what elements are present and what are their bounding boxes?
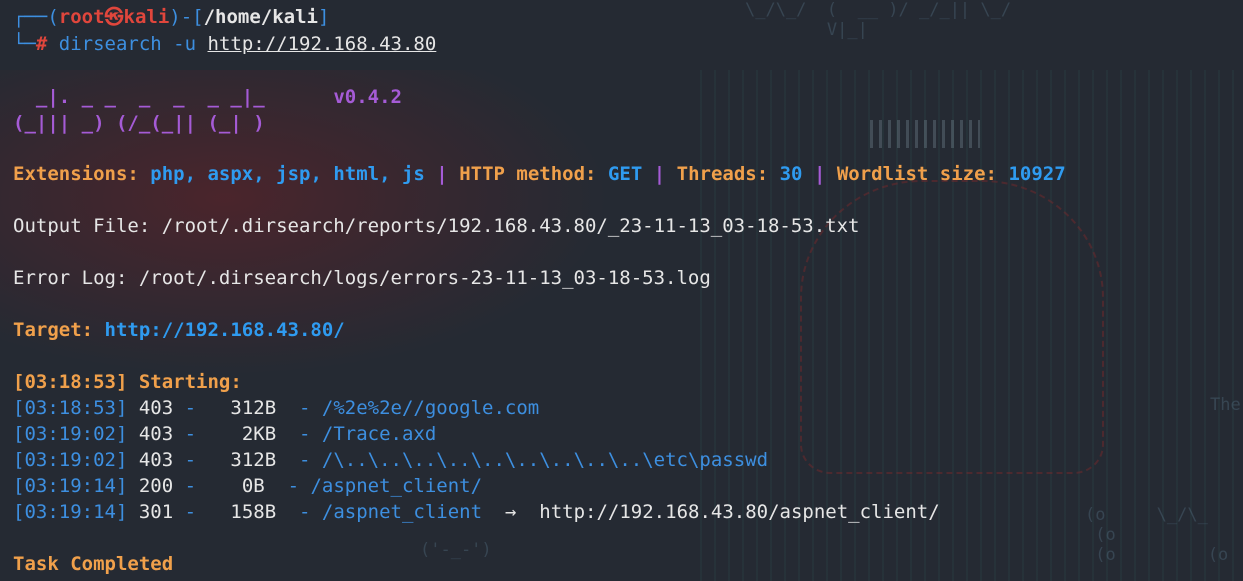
threads-label: Threads:	[676, 163, 769, 185]
config-line: Extensions: php, aspx, jsp, html, js | H…	[13, 161, 1066, 187]
result-path: /%2e%2e//google.com	[321, 397, 540, 419]
command-url-link[interactable]: http://192.168.43.80	[208, 33, 437, 55]
separator: |	[813, 163, 826, 185]
result-path: /aspnet_client	[321, 501, 483, 523]
result-status-code: 301	[138, 501, 174, 523]
separator: |	[436, 163, 448, 185]
separator: |	[653, 163, 666, 185]
method-value: GET	[607, 163, 643, 185]
result-row: [03:19:14] 301 - 158B - /aspnet_client →…	[13, 501, 940, 523]
result-path: /Trace.axd	[321, 423, 437, 445]
wordlist-label: Wordlist size:	[836, 163, 997, 185]
result-size: 158B	[218, 501, 277, 523]
result-size: 2KB	[207, 423, 277, 445]
banner-line: (_||| _) (/_(_|| (_| )	[13, 112, 265, 134]
wordlist-value: 10927	[1008, 163, 1066, 185]
task-completed-line: Task Completed	[13, 553, 174, 575]
result-size: 312B	[218, 449, 277, 471]
result-row: [03:18:53] 403 - 312B - /%2e%2e//google.…	[13, 397, 540, 419]
error-log-line: Error Log: /root/.dirsearch/logs/errors-…	[13, 267, 711, 289]
wallpaper-bar-pattern	[870, 120, 980, 148]
result-time: [03:19:02]	[13, 423, 128, 445]
wallpaper-ascii-art: ('-_-')	[420, 540, 492, 560]
result-size: 0B	[207, 475, 265, 497]
result-redirect-url: http://192.168.43.80/aspnet_client/	[539, 501, 940, 523]
result-time: [03:19:02]	[13, 449, 128, 471]
prompt-frame: )-[	[169, 6, 204, 28]
dirsearch-banner: _|. _ _ _ _ _ _|_ v0.4.2	[13, 84, 402, 110]
wallpaper-text: The	[1210, 395, 1241, 415]
result-status-code: 403	[138, 397, 174, 419]
prompt-path: /home/kali	[203, 6, 318, 28]
extensions-value: php, aspx, jsp, html, js	[150, 163, 425, 185]
prompt-frame: └─	[13, 33, 36, 55]
output-file-line: Output File: /root/.dirsearch/reports/19…	[13, 215, 860, 237]
result-status-code: 403	[138, 423, 174, 445]
extensions-label: Extensions:	[13, 163, 139, 185]
threads-value: 30	[779, 163, 803, 185]
result-row: [03:19:02] 403 - 2KB - /Trace.axd	[13, 423, 437, 445]
result-path: /aspnet_client/	[310, 475, 483, 497]
result-status-code: 200	[138, 475, 174, 497]
result-row: [03:19:14] 200 - 0B - /aspnet_client/	[13, 475, 483, 497]
result-time: [03:18:53]	[13, 397, 128, 419]
result-time: [03:19:14]	[13, 475, 128, 497]
prompt-frame: ]	[318, 6, 330, 28]
banner-line: _|. _ _ _ _ _ _|_	[13, 86, 311, 108]
prompt-frame: ┌──(	[13, 6, 59, 28]
starting-line: [03:18:53] Starting:	[13, 371, 242, 393]
command-text: dirsearch -u	[58, 33, 197, 55]
prompt-user: root㉿kali	[58, 6, 170, 28]
target-value: http://192.168.43.80/	[104, 319, 345, 341]
banner-version: v0.4.2	[333, 86, 402, 108]
command-line: └─# dirsearch -u http://192.168.43.80	[13, 31, 436, 57]
redirect-arrow-icon: →	[504, 501, 517, 523]
result-time: [03:19:14]	[13, 501, 128, 523]
result-row: [03:19:02] 403 - 312B - /\..\..\..\..\..…	[13, 449, 769, 471]
prompt-hash: #	[35, 33, 48, 55]
target-label: Target:	[13, 319, 94, 341]
result-path: /\..\..\..\..\..\..\..\..\..\etc\passwd	[321, 449, 769, 471]
dirsearch-banner: (_||| _) (/_(_|| (_| )	[13, 110, 265, 136]
prompt-line: ┌──(root㉿kali)-[/home/kali]	[13, 4, 329, 30]
result-size: 312B	[218, 397, 277, 419]
result-status-code: 403	[138, 449, 174, 471]
method-label: HTTP method:	[459, 163, 597, 185]
wallpaper-ascii-art: (o \_/\_ (o (o (o	[1085, 505, 1229, 565]
wallpaper-ascii-art: \_/\_/ ( __ )/ _/_|| \_/ V|_|	[745, 0, 1012, 40]
target-line: Target: http://192.168.43.80/	[13, 317, 345, 343]
